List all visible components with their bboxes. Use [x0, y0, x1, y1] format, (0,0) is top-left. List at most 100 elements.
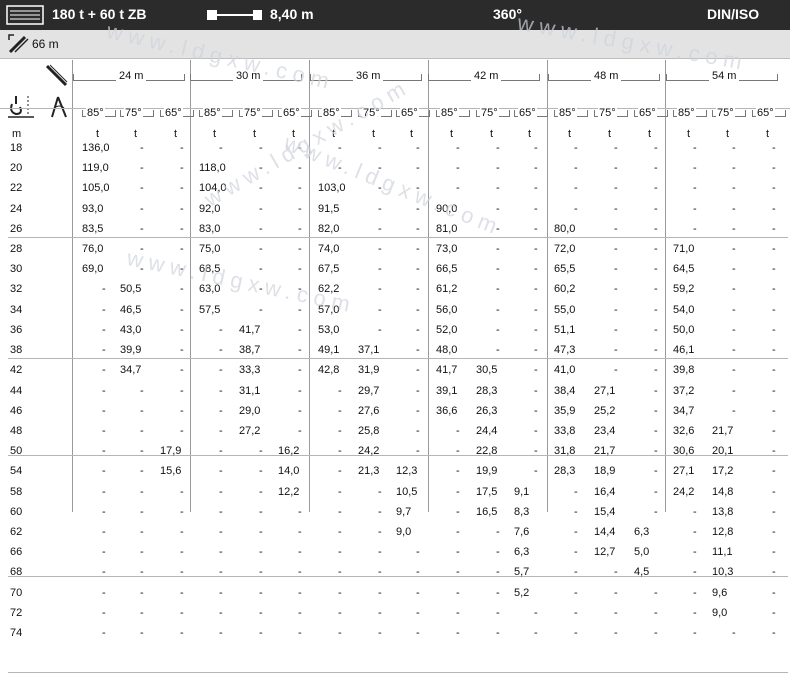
load-cell: 27,6: [358, 404, 380, 417]
unit-load: t: [687, 128, 691, 140]
load-cell: -: [456, 182, 460, 195]
load-cell: -: [654, 364, 658, 377]
load-cell: -: [772, 162, 776, 175]
load-cell: -: [338, 485, 342, 498]
radius-cell: 62: [10, 525, 23, 538]
load-cell: 13,8: [712, 505, 734, 518]
load-cell: -: [102, 566, 106, 579]
load-cell: -: [180, 182, 184, 195]
load-cell: -: [534, 243, 538, 255]
load-cell: 24,2: [358, 445, 380, 458]
load-cell: -: [772, 303, 776, 316]
load-cell: 65,5: [554, 263, 576, 276]
unit-load: t: [410, 128, 414, 140]
load-cell: -: [732, 142, 736, 154]
load-cell: 16,2: [278, 445, 300, 458]
load-cell: -: [219, 364, 223, 377]
jib-length-header: 42 m: [471, 70, 502, 82]
load-cell: 80,0: [554, 222, 576, 235]
load-cell: -: [614, 162, 618, 175]
load-cell: -: [180, 364, 184, 377]
load-cell: -: [102, 445, 106, 458]
load-cell: -: [259, 222, 263, 235]
load-cell: 39,8: [673, 364, 695, 377]
load-cell: -: [693, 142, 697, 154]
angle-header: 85°: [440, 107, 459, 119]
load-cell: -: [574, 202, 578, 215]
load-cell: -: [259, 627, 263, 639]
load-cell: -: [338, 606, 342, 619]
load-cell: 5,0: [634, 546, 650, 559]
unit-load: t: [372, 128, 376, 140]
load-cell: 25,2: [594, 404, 616, 417]
radius-cell: 70: [10, 586, 23, 599]
load-cell: 23,4: [594, 424, 616, 437]
load-cell: 46,5: [120, 303, 142, 316]
load-cell: -: [456, 566, 460, 579]
load-cell: -: [654, 384, 658, 397]
angle-header: 85°: [677, 107, 696, 119]
radius-cell: 26: [10, 222, 23, 235]
load-cell: -: [654, 627, 658, 639]
load-cell: 5,2: [514, 586, 530, 599]
load-cell: -: [140, 162, 144, 175]
load-cell: -: [180, 505, 184, 518]
load-cell: 105,0: [82, 182, 110, 195]
radius-cell: 32: [10, 283, 23, 296]
load-cell: 50,0: [673, 323, 695, 336]
load-cell: -: [496, 142, 500, 154]
load-cell: -: [102, 606, 106, 619]
load-cell: -: [654, 303, 658, 316]
load-cell: -: [772, 222, 776, 235]
load-cell: 55,0: [554, 303, 576, 316]
load-cell: -: [496, 162, 500, 175]
load-cell: 26,3: [476, 404, 498, 417]
load-cell: -: [298, 323, 302, 336]
load-cell: -: [298, 424, 302, 437]
load-cell: -: [534, 404, 538, 417]
load-cell: -: [614, 263, 618, 276]
load-cell: -: [772, 465, 776, 478]
load-cell: -: [259, 202, 263, 215]
load-cell: 6,3: [514, 546, 530, 559]
load-cell: -: [496, 243, 500, 255]
load-cell: 6,3: [634, 525, 650, 538]
load-cell: -: [496, 586, 500, 599]
load-cell: -: [219, 627, 223, 639]
load-cell: -: [338, 404, 342, 417]
load-cell: 56,0: [436, 303, 458, 316]
load-cell: -: [416, 162, 420, 175]
load-cell: 9,1: [514, 485, 530, 498]
load-cell: -: [140, 424, 144, 437]
load-cell: -: [102, 404, 106, 417]
load-cell: -: [378, 586, 382, 599]
load-cell: -: [259, 142, 263, 154]
load-cell: -: [456, 546, 460, 559]
radius-cell: 38: [10, 344, 23, 357]
load-cell: 50,5: [120, 283, 142, 296]
load-cell: 24,4: [476, 424, 498, 437]
row-group-divider: [8, 236, 788, 238]
load-cell: -: [496, 606, 500, 619]
load-cell: -: [416, 344, 420, 357]
load-cell: -: [180, 303, 184, 316]
load-cell: 66,5: [436, 263, 458, 276]
load-cell: 49,1: [318, 344, 340, 357]
load-cell: -: [219, 505, 223, 518]
load-cell: -: [534, 445, 538, 458]
row-group-divider: [8, 357, 788, 359]
unit-load: t: [648, 128, 652, 140]
radius-cell: 74: [10, 627, 23, 639]
angle-header: 75°: [480, 107, 499, 119]
load-cell: -: [102, 465, 106, 478]
load-cell: -: [102, 323, 106, 336]
load-cell: 37,1: [358, 344, 380, 357]
load-cell: -: [219, 384, 223, 397]
column-divider: [547, 60, 548, 512]
load-cell: -: [102, 364, 106, 377]
load-cell: -: [534, 606, 538, 619]
load-cell: 10,5: [396, 485, 418, 498]
load-cell: 76,0: [82, 243, 104, 255]
load-cell: -: [298, 182, 302, 195]
load-cell: -: [693, 566, 697, 579]
